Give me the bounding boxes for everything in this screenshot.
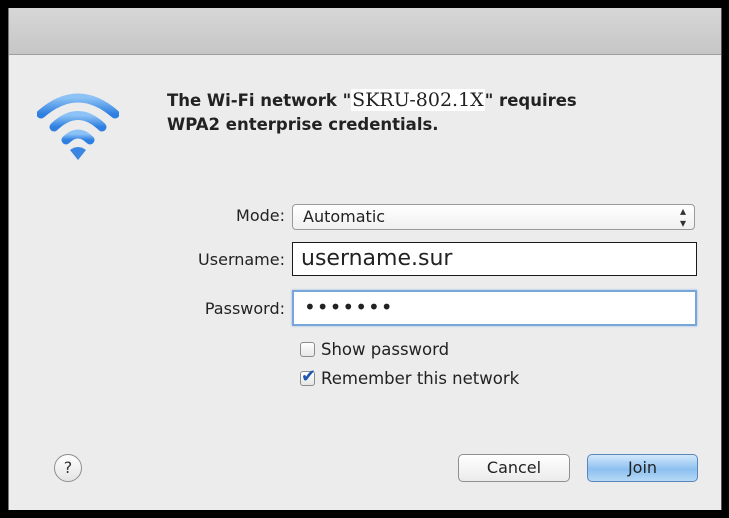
network-ssid: SKRU-802.1X (351, 89, 485, 111)
join-button[interactable]: Join (587, 454, 698, 482)
cancel-button[interactable]: Cancel (458, 454, 570, 482)
checkmark-icon: ✔ (301, 366, 317, 387)
show-password-label: Show password (321, 340, 450, 359)
wifi-icon (37, 93, 119, 160)
password-field[interactable]: ••••••• (292, 290, 697, 326)
remember-network-checkbox[interactable]: ✔ (300, 366, 316, 387)
help-button[interactable]: ? (54, 454, 82, 482)
message-prefix: The Wi-Fi network " (167, 91, 352, 110)
mode-select[interactable]: Automatic ▴ ▾ (292, 204, 695, 230)
message-suffix: " requires (484, 91, 577, 110)
username-label: Username: (198, 250, 285, 269)
mode-label: Mode: (236, 206, 285, 225)
window-titlebar[interactable] (9, 8, 721, 55)
mode-value: Automatic (303, 207, 386, 226)
remember-network-option[interactable]: ✔ Remember this network (300, 366, 520, 388)
wifi-credentials-dialog: The Wi-Fi network "SKRU-802.1X" requires… (8, 8, 722, 510)
dialog-message: The Wi-Fi network "SKRU-802.1X" requires… (167, 88, 687, 137)
up-down-arrows-icon: ▴ ▾ (679, 204, 686, 230)
password-label: Password: (204, 299, 285, 318)
message-line2: WPA2 enterprise credentials. (167, 115, 439, 134)
show-password-option[interactable]: Show password (300, 340, 449, 359)
username-field[interactable]: username.sur (292, 242, 697, 276)
remember-network-label: Remember this network (321, 369, 520, 388)
show-password-checkbox[interactable] (300, 342, 315, 357)
